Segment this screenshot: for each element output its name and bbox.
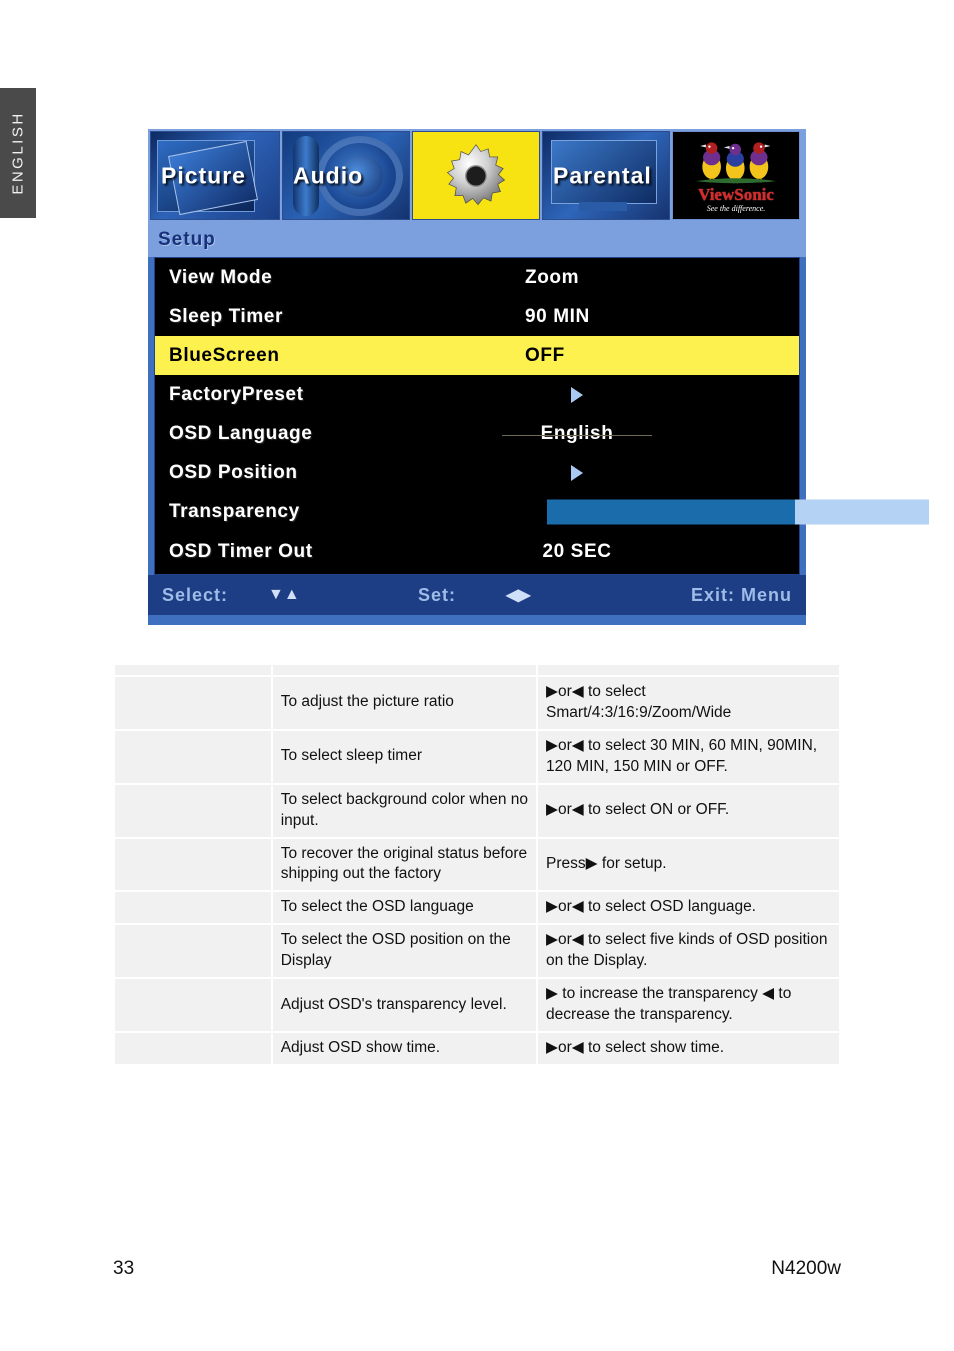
- cell-description: To select sleep timer: [270, 728, 539, 785]
- osd-screenshot: Picture Audio Parental ViewSonic See the…: [148, 129, 954, 625]
- osd-row-value: 20 SEC: [542, 540, 612, 562]
- osd-row-factory-preset[interactable]: FactoryPreset: [155, 375, 799, 414]
- cell-description: [270, 663, 539, 677]
- cell-operation: [536, 663, 841, 677]
- cell-item: [113, 836, 273, 893]
- cell-operation: ▶ to increase the transparency ◀ to decr…: [536, 977, 841, 1033]
- osd-tab-picture-label: Picture: [161, 162, 246, 188]
- cell-item: [113, 663, 273, 677]
- osd-row-value: English: [540, 422, 614, 444]
- page-footer: 33 N4200w: [113, 1258, 841, 1280]
- osd-row-label: OSD Timer Out: [169, 540, 313, 562]
- osd-row-label: View Mode: [169, 266, 273, 288]
- set-hint-label: Set:: [418, 584, 457, 605]
- osd-menu-list: View Mode Zoom Sleep Timer 90 MIN BlueSc…: [154, 257, 954, 575]
- cell-item: [113, 675, 273, 731]
- cell-item: [113, 782, 273, 839]
- language-side-tab-label: ENGLISH: [9, 111, 27, 195]
- osd-row-label: OSD Language: [169, 422, 313, 444]
- gear-icon: [442, 142, 510, 210]
- osd-row-osd-language[interactable]: OSD Language English: [155, 414, 799, 453]
- osd-tab-picture[interactable]: Picture: [150, 131, 280, 220]
- select-hint-label: Select:: [162, 584, 229, 605]
- cell-item: [113, 923, 273, 980]
- cell-description: To select the OSD language: [270, 890, 539, 926]
- table-row: [113, 663, 841, 677]
- osd-row-label: Sleep Timer: [169, 305, 283, 327]
- osd-tab-audio-label: Audio: [293, 162, 364, 188]
- table-row: Adjust OSD's transparency level. ▶ to in…: [113, 977, 841, 1033]
- table-row: Adjust OSD show time. ▶or◀ to select sho…: [113, 1030, 841, 1066]
- cell-operation: ▶or◀ to select OSD language.: [536, 890, 841, 926]
- osd-row-osd-timer-out[interactable]: OSD Timer Out 20 SEC: [155, 532, 799, 571]
- language-side-tab: ENGLISH: [0, 88, 36, 218]
- osd-tab-audio[interactable]: Audio: [282, 131, 410, 220]
- transparency-value: 70: [945, 500, 954, 523]
- osd-row-label: Transparency: [169, 501, 300, 522]
- viewsonic-wordmark: ViewSonic: [698, 185, 774, 204]
- select-arrows-icon: ▼▲: [268, 586, 300, 603]
- cell-description: Adjust OSD show time.: [270, 1030, 539, 1066]
- table-row: To select sleep timer ▶or◀ to select 30 …: [113, 728, 841, 785]
- osd-row-bluescreen[interactable]: BlueScreen OFF: [155, 336, 799, 375]
- cell-item: [113, 890, 273, 926]
- osd-hint-bar: Select: ▼▲ Set: ◀▶ Exit: Menu: [148, 575, 806, 615]
- osd-description-table: To adjust the picture ratio ▶or◀ to sele…: [113, 663, 841, 1066]
- osd-tab-bar: Picture Audio Parental ViewSonic See the…: [148, 129, 806, 222]
- cell-item: [113, 977, 273, 1033]
- cell-operation: ▶or◀ to select Smart/4:3/16:9/Zoom/Wide: [536, 675, 841, 731]
- osd-row-sleep-timer[interactable]: Sleep Timer 90 MIN: [155, 297, 799, 336]
- cell-description: To adjust the picture ratio: [270, 675, 539, 731]
- viewsonic-tagline: See the difference.: [706, 204, 766, 213]
- cell-description: Adjust OSD's transparency level.: [270, 977, 539, 1033]
- osd-section-title: Setup: [158, 228, 216, 250]
- osd-row-label: OSD Position: [169, 461, 298, 483]
- cell-operation: ▶or◀ to select five kinds of OSD positio…: [536, 923, 841, 980]
- transparency-slider-fill: [547, 499, 796, 525]
- osd-row-label: FactoryPreset: [169, 383, 304, 405]
- viewsonic-logo-tab: ViewSonic See the difference.: [672, 131, 800, 220]
- table-body: To adjust the picture ratio ▶or◀ to sele…: [113, 663, 841, 1066]
- tv-stand-icon: [579, 202, 627, 211]
- osd-row-osd-position[interactable]: OSD Position: [155, 453, 799, 492]
- table-row: To select the OSD language ▶or◀ to selec…: [113, 890, 841, 926]
- cell-operation: ▶or◀ to select show time.: [536, 1030, 841, 1066]
- table-row: To adjust the picture ratio ▶or◀ to sele…: [113, 675, 841, 731]
- cell-description: To select background color when no input…: [270, 782, 539, 839]
- exit-hint-label: Exit: Menu: [690, 584, 792, 605]
- cell-operation: ▶or◀ to select 30 MIN, 60 MIN, 90MIN, 12…: [536, 728, 841, 785]
- osd-row-transparency[interactable]: Transparency 70: [155, 492, 954, 532]
- cell-operation: Press▶ for setup.: [536, 836, 841, 893]
- osd-section-header: Setup: [148, 222, 806, 257]
- osd-row-value: 90 MIN: [525, 305, 590, 327]
- osd-row-view-mode[interactable]: View Mode Zoom: [155, 258, 799, 297]
- cell-item: [113, 728, 273, 785]
- page-number: 33: [113, 1258, 135, 1279]
- chevron-right-icon: [571, 386, 583, 403]
- osd-row-value: OFF: [525, 344, 565, 366]
- cell-operation: ▶or◀ to select ON or OFF.: [536, 782, 841, 839]
- model-name: N4200w: [771, 1258, 841, 1279]
- finch-birds-icon: [695, 142, 777, 184]
- osd-tab-parental[interactable]: Parental: [542, 131, 670, 220]
- osd-tab-parental-label: Parental: [553, 162, 652, 188]
- chevron-right-icon: [571, 464, 583, 481]
- osd-row-label: BlueScreen: [169, 344, 280, 366]
- cell-description: To select the OSD position on the Displa…: [270, 923, 539, 980]
- set-arrows-icon: ◀▶: [506, 587, 531, 604]
- table-row: To recover the original status before sh…: [113, 836, 841, 893]
- cell-item: [113, 1030, 273, 1066]
- osd-tab-setup[interactable]: [412, 131, 540, 220]
- table-row: To select background color when no input…: [113, 782, 841, 839]
- cell-description: To recover the original status before sh…: [270, 836, 539, 893]
- value-underline: [502, 434, 652, 436]
- table-row: To select the OSD position on the Displa…: [113, 923, 841, 980]
- transparency-slider[interactable]: [547, 499, 929, 525]
- osd-row-value: Zoom: [525, 266, 580, 288]
